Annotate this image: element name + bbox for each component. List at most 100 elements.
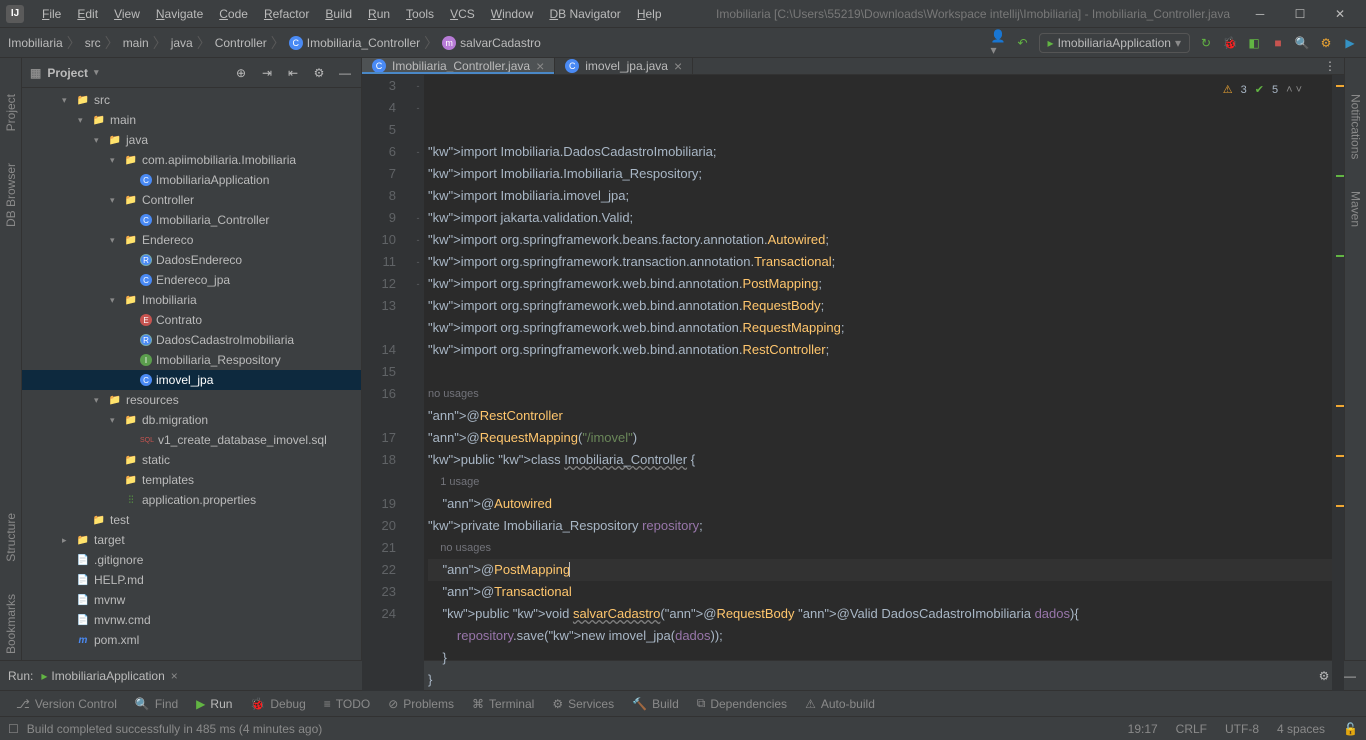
menu-build[interactable]: Build [317, 7, 360, 21]
run-config-selector[interactable]: ▸ ImobiliariaApplication ▾ [1039, 33, 1190, 53]
tree-item[interactable]: ▾📁com.apiimobiliaria.Imobiliaria [22, 150, 361, 170]
tree-item[interactable]: EContrato [22, 310, 361, 330]
menu-run[interactable]: Run [360, 7, 398, 21]
crumb-java[interactable]: java [171, 36, 193, 50]
tree-item[interactable]: ▾📁resources [22, 390, 361, 410]
crumb-salvarcadastro[interactable]: msalvarCadastro [442, 36, 541, 50]
tree-item[interactable]: ▾📁main [22, 110, 361, 130]
crumb-src[interactable]: src [85, 36, 101, 50]
debug-icon[interactable]: 🐞 [1222, 35, 1238, 51]
expand-icon[interactable]: ⇥ [259, 65, 275, 81]
tool-window-maven[interactable]: Maven [1349, 185, 1363, 233]
tree-item[interactable]: ▾📁Imobiliaria [22, 290, 361, 310]
menu-tools[interactable]: Tools [398, 7, 442, 21]
tool-window-bookmarks[interactable]: Bookmarks [4, 588, 18, 660]
minimize-button[interactable]: ─ [1240, 0, 1280, 28]
locate-icon[interactable]: ⊕ [233, 65, 249, 81]
crumb-imobiliaria_controller[interactable]: CImobiliaria_Controller [289, 36, 420, 50]
tree-item[interactable]: CEndereco_jpa [22, 270, 361, 290]
crumb-main[interactable]: main [123, 36, 149, 50]
close-button[interactable]: ✕ [1320, 0, 1360, 28]
menu-help[interactable]: Help [629, 7, 670, 21]
tree-item[interactable]: RDadosCadastroImobiliaria [22, 330, 361, 350]
code-editor[interactable]: ⚠3 ✔5 ˄ ˅ "kw">import Imobiliaria.DadosC… [424, 75, 1332, 691]
marker-strip[interactable] [1332, 75, 1344, 691]
bottom-tab-terminal[interactable]: ⌘Terminal [464, 691, 542, 716]
tree-item[interactable]: ▾📁src [22, 90, 361, 110]
maximize-button[interactable]: ☐ [1280, 0, 1320, 28]
bottom-tab-run[interactable]: ▶Run [188, 691, 240, 716]
bottom-tab-services[interactable]: ⚙Services [544, 691, 622, 716]
tree-item[interactable]: ▾📁Controller [22, 190, 361, 210]
menu-db-navigator[interactable]: DB Navigator [541, 7, 628, 21]
run-panel-close-icon[interactable]: × [171, 669, 178, 683]
menu-edit[interactable]: Edit [69, 7, 106, 21]
user-icon[interactable]: 👤▾ [991, 35, 1007, 51]
tree-item[interactable]: IImobiliaria_Respository [22, 350, 361, 370]
tree-item[interactable]: 📄HELP.md [22, 570, 361, 590]
crumb-controller[interactable]: Controller [215, 36, 267, 50]
tree-item[interactable]: 📄mvnw [22, 590, 361, 610]
bottom-tab-auto-build[interactable]: ⚠Auto-build [797, 691, 883, 716]
tree-item[interactable]: CImobiliaria_Controller [22, 210, 361, 230]
bottom-tab-debug[interactable]: 🐞Debug [242, 691, 313, 716]
tab-close-icon[interactable]: × [674, 58, 682, 74]
bottom-tab-version-control[interactable]: ⎇Version Control [8, 691, 125, 716]
project-tree[interactable]: ▾📁src▾📁main▾📁java▾📁com.apiimobiliaria.Im… [22, 88, 361, 660]
coverage-icon[interactable]: ◧ [1246, 35, 1262, 51]
play-icon[interactable]: ▶ [1342, 35, 1358, 51]
tree-item[interactable]: ▾📁Endereco [22, 230, 361, 250]
tree-item[interactable]: mpom.xml [22, 630, 361, 650]
status-caret-pos[interactable]: 19:17 [1128, 722, 1158, 736]
bottom-tab-find[interactable]: 🔍Find [127, 691, 186, 716]
tree-item[interactable]: CImobiliariaApplication [22, 170, 361, 190]
bottom-tab-build[interactable]: 🔨Build [624, 691, 687, 716]
menu-refactor[interactable]: Refactor [256, 7, 317, 21]
status-indent[interactable]: 4 spaces [1277, 722, 1325, 736]
editor-tab[interactable]: Cimovel_jpa.java× [555, 58, 693, 74]
tab-close-icon[interactable]: × [536, 58, 544, 74]
status-line-sep[interactable]: CRLF [1176, 722, 1207, 736]
project-panel-title[interactable]: ▦ Project ▾ [30, 66, 99, 80]
tool-window-structure[interactable]: Structure [4, 507, 18, 568]
tree-item[interactable]: ▾📁db.migration [22, 410, 361, 430]
tool-window-notifications[interactable]: Notifications [1349, 88, 1363, 165]
tree-item[interactable]: 📄.gitignore [22, 550, 361, 570]
menu-navigate[interactable]: Navigate [148, 7, 211, 21]
menu-view[interactable]: View [106, 7, 148, 21]
search-icon[interactable]: 🔍 [1294, 35, 1310, 51]
tree-item[interactable]: ⫶⫶application.properties [22, 490, 361, 510]
tree-item[interactable]: Cimovel_jpa [22, 370, 361, 390]
fold-gutter[interactable]: -- - ---- [412, 75, 424, 691]
problems-badge[interactable]: ⚠3 ✔5 ˄ ˅ [1223, 79, 1302, 101]
menu-vcs[interactable]: VCS [442, 7, 483, 21]
stop-icon[interactable]: ■ [1270, 35, 1286, 51]
tree-item[interactable]: RDadosEndereco [22, 250, 361, 270]
tool-window-db-browser[interactable]: DB Browser [4, 157, 18, 233]
tree-item[interactable]: SQLv1_create_database_imovel.sql [22, 430, 361, 450]
tree-item[interactable]: 📁static [22, 450, 361, 470]
status-encoding[interactable]: UTF-8 [1225, 722, 1259, 736]
bottom-tab-problems[interactable]: ⊘Problems [380, 691, 462, 716]
tool-window-project[interactable]: Project [4, 88, 18, 137]
menu-window[interactable]: Window [483, 7, 542, 21]
bottom-tab-dependencies[interactable]: ⧉Dependencies [689, 691, 795, 716]
settings-icon[interactable]: ⚙ [1318, 35, 1334, 51]
panel-hide-icon[interactable]: — [337, 65, 353, 81]
undo-icon[interactable]: ↶ [1015, 35, 1031, 51]
tabs-menu-icon[interactable]: ⋮ [1316, 58, 1344, 74]
menu-file[interactable]: File [34, 7, 69, 21]
collapse-icon[interactable]: ⇤ [285, 65, 301, 81]
panel-settings-icon[interactable]: ⚙ [311, 65, 327, 81]
run-icon[interactable]: ↻ [1198, 35, 1214, 51]
tree-item[interactable]: ▾📁java [22, 130, 361, 150]
tree-item[interactable]: ▸📁target [22, 530, 361, 550]
run-panel-hide-icon[interactable]: — [1342, 668, 1358, 684]
tree-item[interactable]: 📁templates [22, 470, 361, 490]
status-lock-icon[interactable]: 🔓 [1343, 722, 1358, 736]
editor-tab[interactable]: CImobiliaria_Controller.java× [362, 58, 555, 74]
bottom-tab-todo[interactable]: ≡TODO [316, 691, 378, 716]
tree-item[interactable]: 📁test [22, 510, 361, 530]
tree-item[interactable]: 📄mvnw.cmd [22, 610, 361, 630]
menu-code[interactable]: Code [211, 7, 256, 21]
